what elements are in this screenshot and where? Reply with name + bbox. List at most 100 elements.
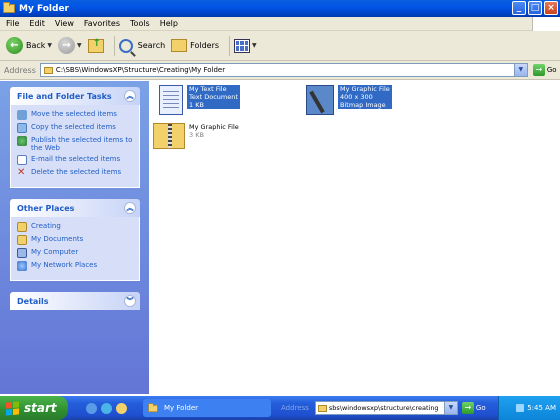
folders-icon bbox=[171, 39, 188, 52]
delete-icon: ✕ bbox=[17, 167, 26, 178]
start-label: start bbox=[24, 401, 57, 415]
panel-title: Details bbox=[17, 296, 49, 306]
menu-file[interactable]: File bbox=[6, 19, 19, 28]
back-label: Back bbox=[26, 41, 46, 50]
place-creating[interactable]: Creating bbox=[17, 222, 133, 232]
go-label: Go bbox=[546, 66, 557, 74]
search-button[interactable]: Search bbox=[118, 38, 166, 53]
maximize-button[interactable]: □ bbox=[528, 1, 542, 15]
address-value: C:\SBS\WindowsXP\Structure\Creating\My F… bbox=[55, 66, 226, 74]
place-my-documents[interactable]: My Documents bbox=[17, 235, 133, 245]
go-button[interactable]: → Go bbox=[532, 64, 557, 76]
address-bar: Address C:\SBS\WindowsXP\Structure\Creat… bbox=[0, 61, 560, 80]
task-email[interactable]: E-mail the selected items bbox=[17, 155, 133, 165]
file-item[interactable]: My Graphic File 400 x 300 Bitmap Image bbox=[306, 85, 392, 115]
back-button[interactable]: ← Back ▼ bbox=[6, 37, 52, 54]
taskbar-go-button[interactable]: → Go bbox=[461, 402, 486, 414]
menu-bar: File Edit View Favorites Tools Help bbox=[0, 17, 560, 31]
network-icon bbox=[17, 261, 27, 271]
internet-explorer-icon[interactable] bbox=[86, 402, 97, 414]
file-type: Bitmap Image bbox=[340, 101, 386, 109]
task-delete[interactable]: ✕ Delete the selected items bbox=[17, 168, 133, 178]
file-size: 3 KB bbox=[189, 131, 204, 139]
file-type: Text Document bbox=[189, 93, 238, 101]
show-desktop-icon[interactable] bbox=[101, 402, 112, 414]
taskbar-go-label: Go bbox=[475, 404, 486, 412]
folder-icon bbox=[17, 222, 27, 232]
chevron-down-icon[interactable]: ▼ bbox=[252, 42, 257, 49]
other-places-panel: Other Places ︽ Creating My Documents My … bbox=[10, 199, 140, 281]
file-dimensions: 400 x 300 bbox=[340, 93, 373, 101]
minimize-button[interactable]: _ bbox=[512, 1, 526, 15]
media-player-icon[interactable] bbox=[116, 402, 127, 414]
file-list-area[interactable]: My Text File Text Document 1 KB My Graph… bbox=[149, 81, 560, 394]
folders-button[interactable]: Folders bbox=[171, 39, 219, 52]
close-button[interactable]: × bbox=[544, 1, 558, 15]
web-globe-icon bbox=[17, 136, 27, 146]
title-bar[interactable]: My Folder _ □ × bbox=[0, 0, 560, 17]
copy-icon bbox=[17, 123, 27, 133]
panel-header[interactable]: Details ︾ bbox=[10, 292, 140, 310]
menu-edit[interactable]: Edit bbox=[29, 19, 45, 28]
task-move[interactable]: Move the selected items bbox=[17, 110, 133, 120]
taskbar-address-dropdown[interactable]: ▼ bbox=[443, 402, 457, 414]
taskbar-window-button[interactable]: My Folder bbox=[143, 399, 271, 417]
move-icon bbox=[17, 110, 27, 120]
taskbar-window-label: My Folder bbox=[164, 404, 199, 412]
panel-header[interactable]: Other Places ︽ bbox=[10, 199, 140, 217]
address-input[interactable]: C:\SBS\WindowsXP\Structure\Creating\My F… bbox=[39, 63, 528, 77]
menu-help[interactable]: Help bbox=[160, 19, 178, 28]
chevron-up-icon[interactable]: ︽ bbox=[124, 202, 136, 214]
file-name: My Graphic File bbox=[340, 85, 390, 93]
chevron-down-icon[interactable]: ▼ bbox=[47, 42, 52, 49]
taskbar-address-label: Address bbox=[281, 404, 309, 412]
forward-button[interactable]: → ▼ bbox=[58, 37, 82, 54]
menu-view[interactable]: View bbox=[55, 19, 74, 28]
toolbar-separator bbox=[229, 35, 231, 56]
clock: 5:45 AM bbox=[527, 404, 556, 412]
forward-arrow-icon: → bbox=[58, 37, 76, 54]
start-button[interactable]: start bbox=[0, 396, 68, 420]
views-button[interactable]: ▼ bbox=[234, 38, 257, 53]
file-name: My Graphic File bbox=[189, 123, 239, 131]
views-icon bbox=[234, 38, 251, 53]
menu-favorites[interactable]: Favorites bbox=[84, 19, 120, 28]
taskbar: start My Folder Address sbs\windowsxp\st… bbox=[0, 396, 560, 420]
task-publish[interactable]: Publish the selected items to the Web bbox=[17, 136, 133, 152]
my-documents-icon bbox=[17, 235, 27, 245]
windows-logo-icon bbox=[532, 17, 560, 31]
place-my-network[interactable]: My Network Places bbox=[17, 261, 133, 271]
quick-launch bbox=[86, 402, 127, 414]
file-item[interactable]: My Graphic File 3 KB bbox=[153, 123, 239, 149]
back-arrow-icon: ← bbox=[6, 37, 23, 54]
place-my-computer[interactable]: My Computer bbox=[17, 248, 133, 258]
file-item[interactable]: My Text File Text Document 1 KB bbox=[159, 85, 240, 115]
search-label: Search bbox=[137, 41, 166, 50]
taskbar-address-input[interactable]: sbs\windowsxp\structure\creating ▼ bbox=[314, 401, 458, 415]
chevron-down-icon[interactable]: ▼ bbox=[77, 42, 82, 49]
folder-up-icon bbox=[87, 38, 104, 53]
up-button[interactable] bbox=[87, 38, 104, 53]
go-arrow-icon: → bbox=[532, 64, 545, 76]
panel-title: Other Places bbox=[17, 203, 75, 213]
toolbar-separator bbox=[113, 35, 115, 56]
system-tray: 5:45 AM bbox=[498, 396, 560, 420]
address-dropdown-button[interactable]: ▼ bbox=[513, 64, 527, 76]
task-pane: File and Folder Tasks ︽ Move the selecte… bbox=[0, 81, 149, 394]
panel-header[interactable]: File and Folder Tasks ︽ bbox=[10, 87, 140, 105]
chevron-down-icon[interactable]: ︾ bbox=[124, 295, 136, 307]
task-copy[interactable]: Copy the selected items bbox=[17, 123, 133, 133]
folder-icon bbox=[317, 404, 327, 412]
text-document-icon bbox=[159, 85, 183, 115]
details-panel: Details ︾ bbox=[10, 292, 140, 310]
taskbar-address-value: sbs\windowsxp\structure\creating bbox=[328, 404, 439, 412]
windows-flag-icon bbox=[6, 400, 19, 416]
chevron-up-icon[interactable]: ︽ bbox=[124, 90, 136, 102]
folder-icon bbox=[148, 402, 158, 412]
menu-tools[interactable]: Tools bbox=[130, 19, 150, 28]
file-folder-tasks-panel: File and Folder Tasks ︽ Move the selecte… bbox=[10, 87, 140, 188]
file-name: My Text File bbox=[189, 85, 227, 93]
compressed-folder-icon bbox=[153, 123, 185, 149]
go-arrow-icon: → bbox=[461, 402, 474, 414]
network-tray-icon[interactable] bbox=[516, 404, 525, 412]
